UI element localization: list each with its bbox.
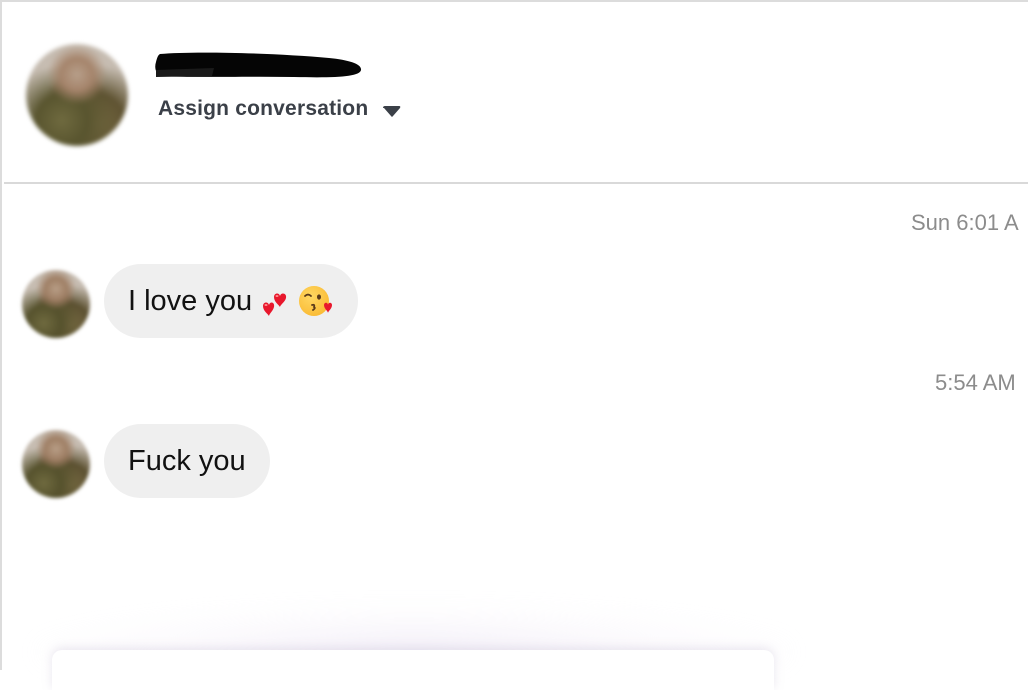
message-timestamp: 5:54 AM (935, 370, 1016, 395)
assign-conversation-label: Assign conversation (158, 97, 369, 120)
contact-avatar[interactable] (26, 44, 128, 146)
message-thread[interactable]: Sun 6:01 A I love you 5:54 AM Fuck you (4, 184, 1028, 690)
message-text: I love you (128, 284, 253, 317)
sender-avatar[interactable] (22, 270, 90, 338)
contact-name-redacted (154, 50, 364, 80)
message-timestamp: Sun 6:01 A (911, 210, 1019, 235)
message-composer[interactable] (52, 650, 774, 690)
message-text: Fuck you (128, 444, 246, 477)
kissing-face-icon (298, 283, 334, 319)
message-bubble[interactable]: I love you (104, 264, 359, 338)
assign-conversation-dropdown[interactable]: Assign conversation (158, 97, 402, 121)
two-hearts-icon (260, 283, 296, 319)
message-bubble[interactable]: Fuck you (104, 424, 270, 498)
caret-down-icon (382, 105, 402, 119)
messenger-conversation-window: Assign conversation Sun 6:01 A I love yo… (0, 0, 1028, 690)
conversation-header: Assign conversation (4, 4, 1028, 184)
sender-avatar[interactable] (22, 430, 90, 498)
